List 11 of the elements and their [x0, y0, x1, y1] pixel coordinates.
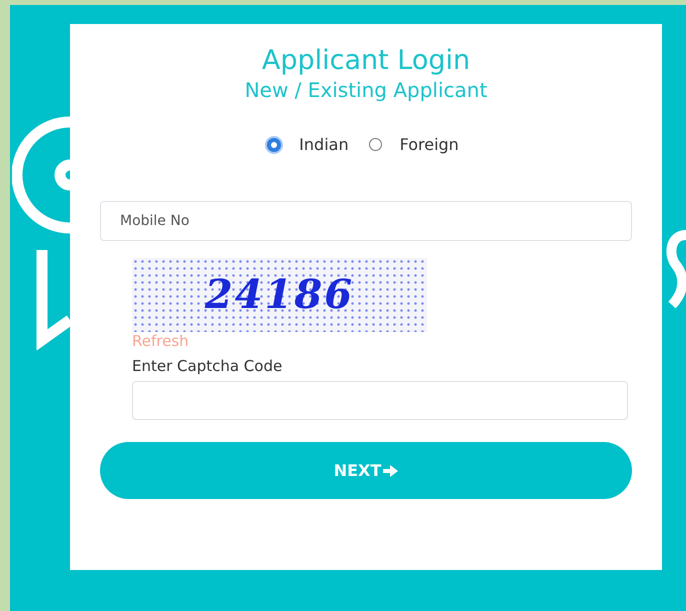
radio-button[interactable] [267, 138, 282, 152]
login-title: Applicant Login [262, 44, 470, 78]
radio-button[interactable] [368, 138, 382, 152]
captcha-code: 24186 [204, 270, 354, 320]
captcha-label: Enter Captcha Code [132, 356, 282, 376]
login-subtitle: New / Existing Applicant [244, 78, 488, 103]
arrow-right-icon [383, 464, 398, 478]
radio-label[interactable]: Indian [299, 132, 349, 157]
mobile-input-field[interactable]: Mobile No [100, 200, 632, 241]
radio-label[interactable]: Foreign [400, 132, 459, 157]
captcha-input-field[interactable] [132, 381, 628, 420]
